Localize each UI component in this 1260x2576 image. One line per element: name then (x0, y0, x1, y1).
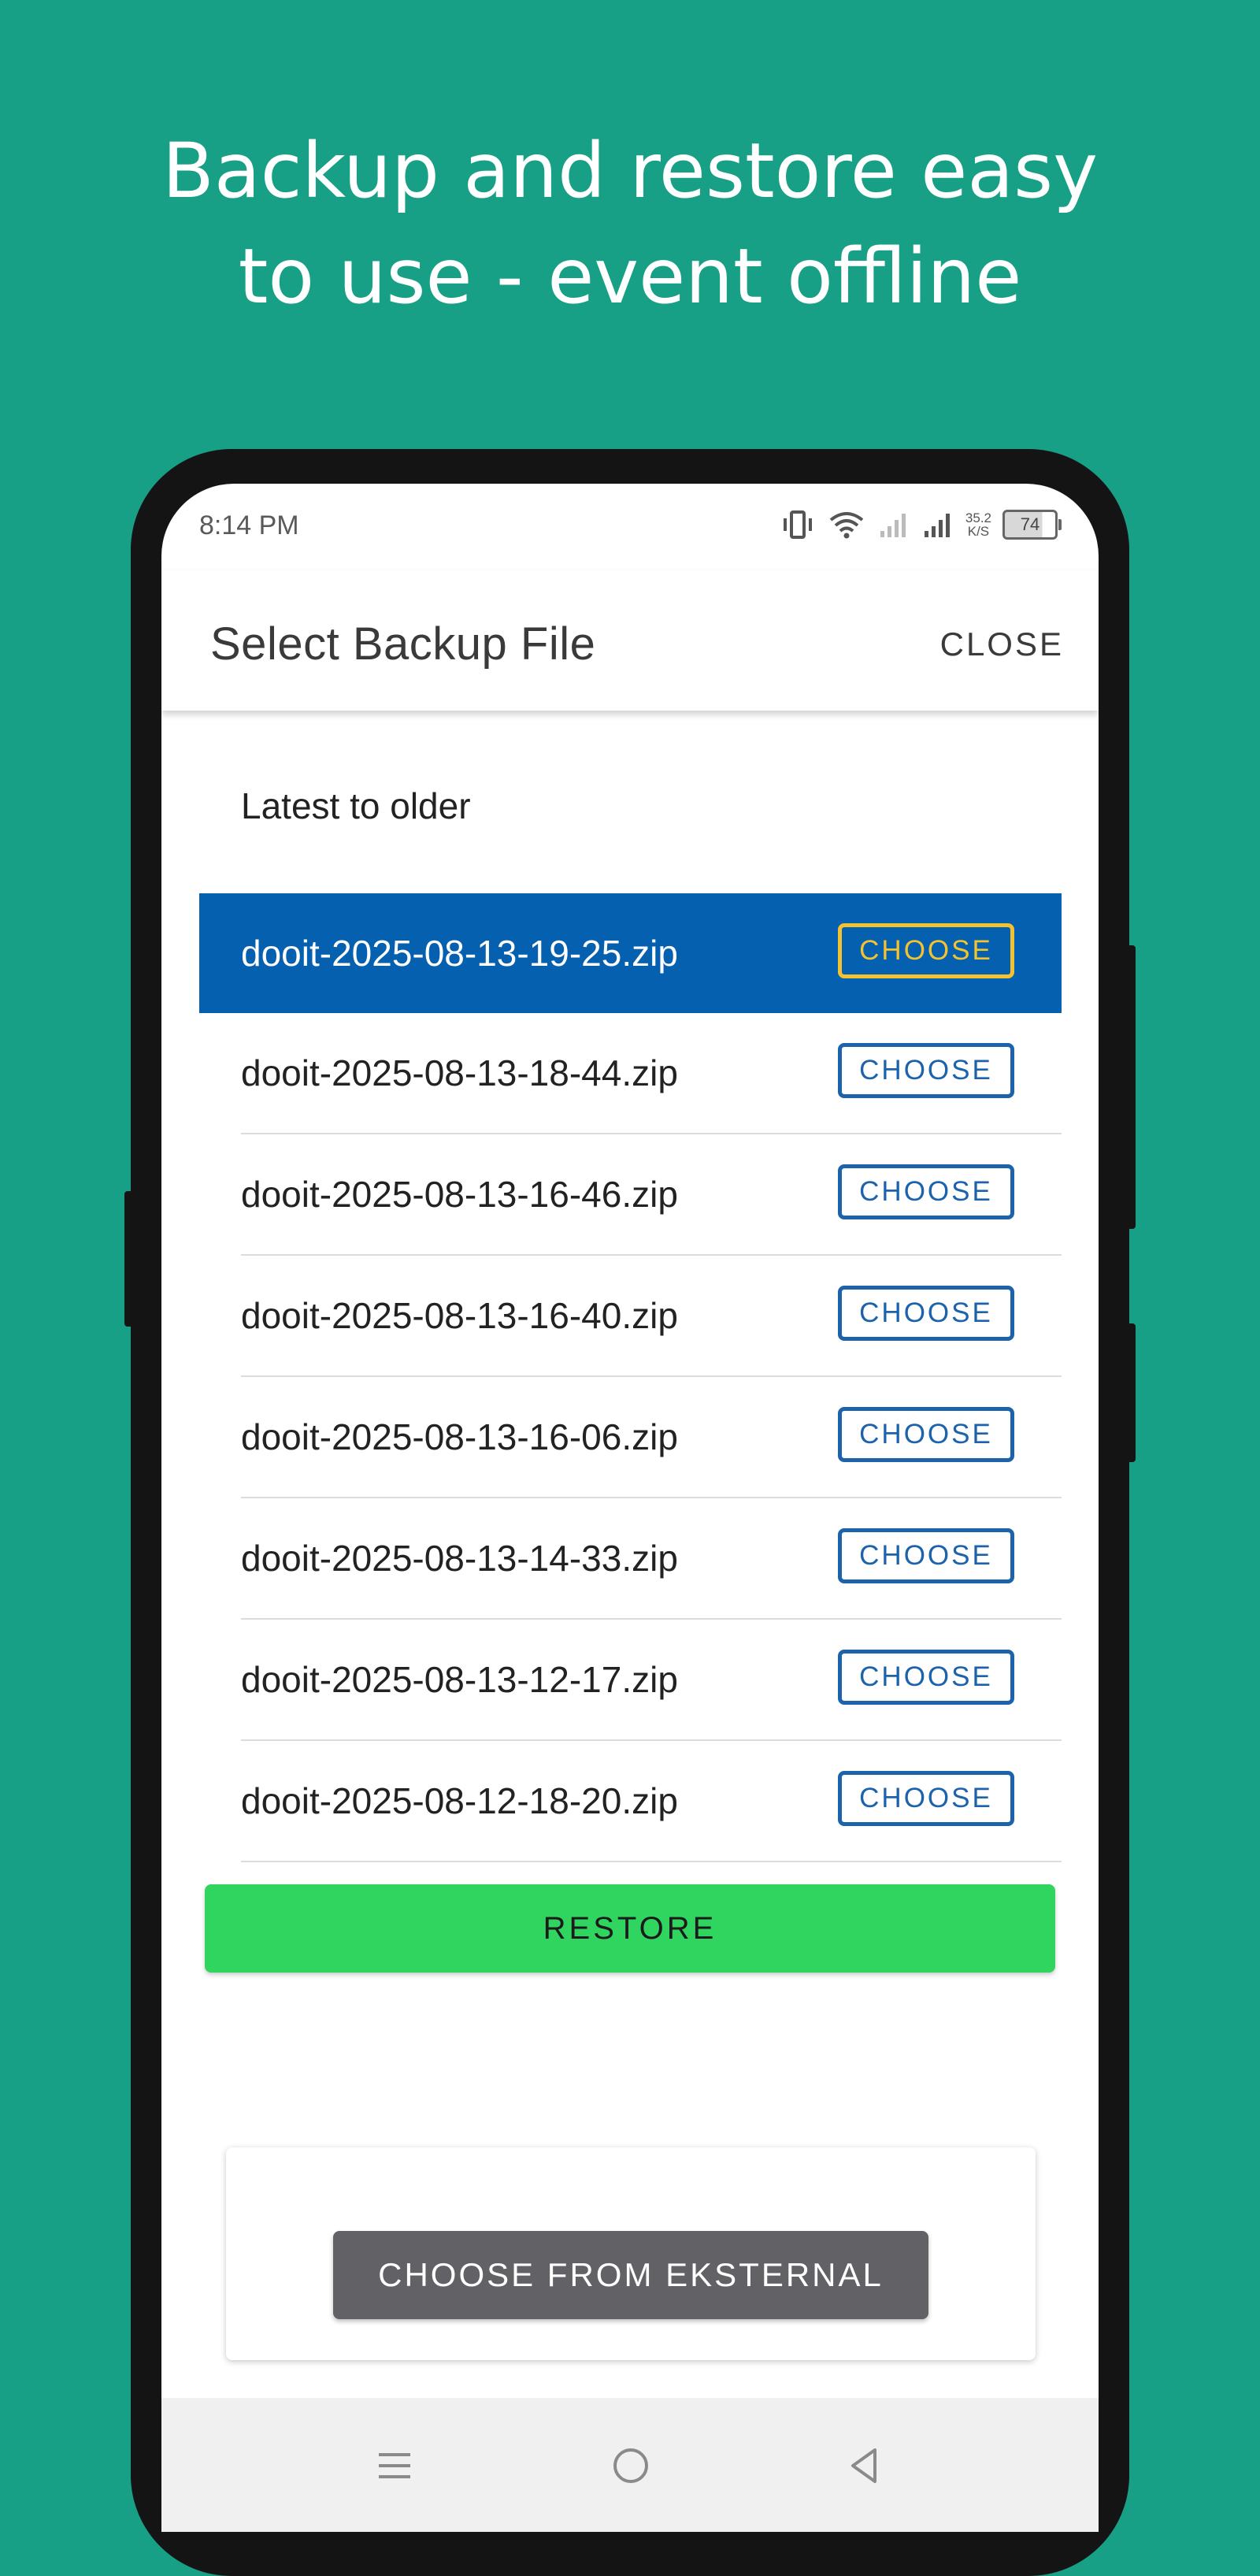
list-item[interactable]: dooit-2025-08-13-16-46.zip CHOOSE (241, 1134, 1062, 1256)
choose-button[interactable]: CHOOSE (838, 1528, 1014, 1583)
headline-line-1: Backup and restore easy (162, 127, 1098, 215)
list-item[interactable]: dooit-2025-08-13-18-44.zip CHOOSE (241, 1013, 1062, 1134)
home-circle-icon[interactable] (609, 2444, 653, 2488)
close-button[interactable]: CLOSE (940, 625, 1064, 663)
choose-button[interactable]: CHOOSE (838, 923, 1014, 978)
external-card: CHOOSE FROM EKSTERNAL (226, 2147, 1036, 2360)
vibrate-icon (783, 510, 812, 539)
sort-order-label: Latest to older (241, 785, 471, 826)
list-item[interactable]: dooit-2025-08-13-16-06.zip CHOOSE (241, 1377, 1062, 1498)
list-item[interactable]: dooit-2025-08-13-19-25.zip CHOOSE (199, 893, 1062, 1013)
choose-button[interactable]: CHOOSE (838, 1650, 1014, 1705)
phone-screen: 8:14 PM 35.2 K/S 74 Select Backup File C… (161, 484, 1099, 2532)
choose-button[interactable]: CHOOSE (838, 1407, 1014, 1462)
phone-volume-up-button (1125, 945, 1136, 1229)
backup-file-name: dooit-2025-08-13-16-40.zip (241, 1295, 678, 1336)
backup-file-list: dooit-2025-08-13-19-25.zip CHOOSE dooit-20… (199, 893, 1062, 1862)
net-speed-unit: K/S (967, 524, 990, 539)
headline: Backup and restore easy to use - event o… (0, 118, 1260, 329)
backup-file-name: dooit-2025-08-13-16-06.zip (241, 1416, 678, 1457)
signal-weak-icon (880, 514, 906, 537)
status-bar: 8:14 PM 35.2 K/S 74 (161, 484, 1099, 570)
choose-button[interactable]: CHOOSE (838, 1771, 1014, 1826)
wifi-icon (829, 512, 864, 539)
back-triangle-icon[interactable] (843, 2444, 888, 2488)
list-item[interactable]: dooit-2025-08-13-14-33.zip CHOOSE (241, 1498, 1062, 1620)
page-title: Select Backup File (210, 618, 596, 670)
status-time: 8:14 PM (199, 510, 299, 540)
net-speed: 35.2 K/S (965, 511, 991, 538)
list-item[interactable]: dooit-2025-08-13-12-17.zip CHOOSE (241, 1620, 1062, 1741)
app-bar: Select Backup File CLOSE (161, 570, 1099, 711)
choose-external-button[interactable]: CHOOSE FROM EKSTERNAL (333, 2231, 928, 2319)
choose-button[interactable]: CHOOSE (838, 1164, 1014, 1219)
backup-file-name: dooit-2025-08-12-18-20.zip (241, 1780, 678, 1821)
restore-button[interactable]: RESTORE (205, 1884, 1055, 1973)
choose-button[interactable]: CHOOSE (838, 1286, 1014, 1341)
signal-icon (924, 514, 950, 537)
backup-file-name: dooit-2025-08-13-14-33.zip (241, 1538, 678, 1579)
backup-file-name: dooit-2025-08-13-19-25.zip (241, 933, 678, 974)
phone-power-button (1125, 1323, 1136, 1462)
backup-file-name: dooit-2025-08-13-16-46.zip (241, 1174, 678, 1215)
headline-line-2: to use - event offline (238, 232, 1022, 321)
battery-icon: 74 (1002, 510, 1062, 540)
choose-button[interactable]: CHOOSE (838, 1043, 1014, 1098)
phone-side-button-left (124, 1191, 135, 1327)
navigation-bar (161, 2398, 1099, 2532)
net-speed-value: 35.2 (965, 510, 991, 525)
backup-file-name: dooit-2025-08-13-12-17.zip (241, 1659, 678, 1700)
backup-file-name: dooit-2025-08-13-18-44.zip (241, 1052, 678, 1093)
list-item[interactable]: dooit-2025-08-13-16-40.zip CHOOSE (241, 1256, 1062, 1377)
status-icons: 35.2 K/S 74 (780, 507, 1062, 542)
battery-level: 74 (1020, 514, 1040, 534)
list-item[interactable]: dooit-2025-08-12-18-20.zip CHOOSE (241, 1741, 1062, 1862)
menu-icon[interactable] (372, 2444, 417, 2488)
